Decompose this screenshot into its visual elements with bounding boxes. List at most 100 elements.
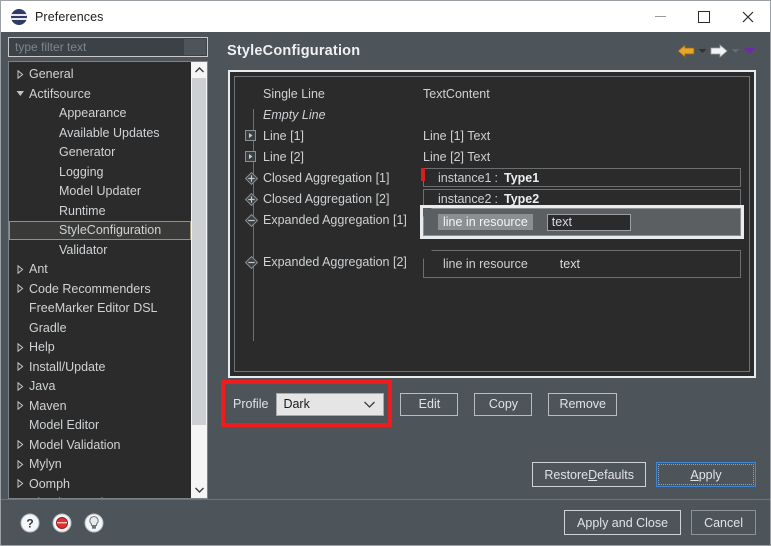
restore-defaults-button[interactable]: Restore Defaults <box>532 462 646 487</box>
preference-page: StyleConfiguration <box>216 32 770 499</box>
sidebar-item-java[interactable]: Java <box>9 377 191 397</box>
apply-and-close-button[interactable]: Apply and Close <box>564 510 681 535</box>
help-icon[interactable]: ? <box>19 512 41 534</box>
forward-chevron-down-icon[interactable] <box>731 48 740 54</box>
close-icon[interactable] <box>726 1 770 32</box>
svg-text:?: ? <box>26 516 33 530</box>
maximize-button[interactable] <box>682 1 726 32</box>
chevron-down-icon[interactable] <box>13 90 27 97</box>
tree-scroll-thumb[interactable] <box>192 78 206 426</box>
preview-row[interactable]: Closed Aggregation [1]instance1:Type1 <box>235 167 749 188</box>
sidebar-item-code-recommenders[interactable]: Code Recommenders <box>9 279 191 299</box>
diamond-plus-icon[interactable] <box>245 193 258 206</box>
sidebar-item-ant[interactable]: Ant <box>9 260 191 280</box>
chevron-right-icon[interactable] <box>13 70 27 79</box>
cancel-button[interactable]: Cancel <box>691 510 756 535</box>
diamond-plus-expander-icon[interactable] <box>235 188 263 209</box>
preview-row[interactable]: Expanded Aggregation [2]line in resource… <box>235 251 749 272</box>
style-preview-canvas[interactable]: Single LineTextContentEmpty LineLine [1]… <box>234 76 750 372</box>
chevron-right-icon[interactable] <box>13 284 27 293</box>
preview-row[interactable]: Single LineTextContent <box>235 83 749 104</box>
sidebar-item-styleconfiguration[interactable]: StyleConfiguration <box>9 221 191 241</box>
profile-selected-value: Dark <box>277 397 309 411</box>
error-marker-icon <box>421 168 425 181</box>
sidebar-item-maven[interactable]: Maven <box>9 396 191 416</box>
aggregation-text-field[interactable]: text <box>547 214 631 231</box>
sidebar-item-mylyn[interactable]: Mylyn <box>9 455 191 475</box>
chevron-right-icon[interactable] <box>13 382 27 391</box>
sidebar-item-runtime[interactable]: Runtime <box>9 201 191 221</box>
sidebar-item-label: Actifsource <box>29 87 91 101</box>
diamond-minus-expander-icon[interactable] <box>235 209 263 230</box>
preferences-tree[interactable]: General Actifsource AppearanceAvailable Up… <box>9 62 191 498</box>
chevron-right-icon[interactable] <box>13 265 27 274</box>
sidebar-item-gradle[interactable]: Gradle <box>9 318 191 338</box>
sidebar-item-model-validation[interactable]: Model Validation <box>9 435 191 455</box>
minimize-button[interactable] <box>638 1 682 32</box>
sidebar-item-oomph[interactable]: Oomph <box>9 474 191 494</box>
chevron-right-icon[interactable] <box>13 440 27 449</box>
preview-row[interactable]: Empty Line <box>235 104 749 125</box>
preview-row[interactable]: Closed Aggregation [2]instance2:Type2 <box>235 188 749 209</box>
diamond-plus-expander-icon[interactable] <box>235 167 263 188</box>
aggregation-box[interactable]: line in resourcetext <box>423 208 741 236</box>
sidebar-item-plug-in-development[interactable]: Plug-in Development <box>9 494 191 498</box>
copy-button[interactable]: Copy <box>474 393 532 416</box>
scroll-up-icon[interactable] <box>191 62 207 78</box>
sidebar-item-label: StyleConfiguration <box>59 223 161 237</box>
diamond-plus-icon[interactable] <box>245 172 258 185</box>
sidebar-item-actifsource[interactable]: Actifsource <box>9 84 191 104</box>
sidebar-item-general[interactable]: General <box>9 65 191 85</box>
record-icon[interactable] <box>51 512 73 534</box>
tree-scrollbar[interactable] <box>191 62 207 498</box>
sidebar-item-logging[interactable]: Logging <box>9 162 191 182</box>
forward-arrow-icon[interactable] <box>710 44 728 58</box>
chevron-right-icon[interactable] <box>13 401 27 410</box>
aggregation-text-field[interactable]: text <box>555 256 581 273</box>
sidebar-item-generator[interactable]: Generator <box>9 143 191 163</box>
back-chevron-down-icon[interactable] <box>698 48 707 54</box>
chevron-right-icon[interactable] <box>13 343 27 352</box>
sidebar-item-available-updates[interactable]: Available Updates <box>9 123 191 143</box>
instance-box[interactable]: instance1:Type1 <box>423 168 741 187</box>
view-menu-chevron-icon[interactable] <box>743 47 756 55</box>
sidebar-item-model-updater[interactable]: Model Updater <box>9 182 191 202</box>
preview-row-label: Line [1] <box>263 129 423 143</box>
preview-row-label: Expanded Aggregation [1] <box>263 213 423 227</box>
profile-select[interactable]: Dark <box>276 393 384 416</box>
sidebar-item-label: Model Validation <box>29 438 121 452</box>
chevron-right-icon[interactable] <box>13 479 27 488</box>
scroll-down-icon[interactable] <box>191 482 207 498</box>
sidebar-item-model-editor[interactable]: Model Editor <box>9 416 191 436</box>
aggregation-box[interactable]: line in resourcetext <box>423 250 741 278</box>
diamond-minus-expander-icon[interactable] <box>235 251 263 272</box>
sidebar-item-appearance[interactable]: Appearance <box>9 104 191 124</box>
lightbulb-icon[interactable] <box>83 512 105 534</box>
instance-separator: : <box>495 192 498 206</box>
sidebar-item-freemarker-editor-dsl[interactable]: FreeMarker Editor DSL <box>9 299 191 319</box>
remove-button[interactable]: Remove <box>548 393 617 416</box>
back-arrow-icon[interactable] <box>677 44 695 58</box>
sidebar-item-validator[interactable]: Validator <box>9 240 191 260</box>
square-expander-icon[interactable] <box>235 125 263 146</box>
preview-row[interactable]: Line [1]Line [1] Text <box>235 125 749 146</box>
square-expander-icon[interactable] <box>235 146 263 167</box>
preview-row[interactable]: Expanded Aggregation [1]line in resource… <box>235 209 749 230</box>
edit-button[interactable]: Edit <box>400 393 458 416</box>
diamond-minus-icon[interactable] <box>245 214 258 227</box>
square-icon[interactable] <box>245 151 256 162</box>
sidebar-item-help[interactable]: Help <box>9 338 191 358</box>
chevron-right-icon[interactable] <box>13 460 27 469</box>
sidebar-item-install-update[interactable]: Install/Update <box>9 357 191 377</box>
filter-input[interactable]: type filter text <box>8 37 208 57</box>
apply-label-post: pply <box>699 468 722 482</box>
tree-scroll-track[interactable] <box>191 78 207 482</box>
square-icon[interactable] <box>245 130 256 141</box>
apply-button[interactable]: Apply <box>656 462 756 487</box>
sidebar-item-label: Plug-in Development <box>29 496 145 498</box>
chevron-right-icon[interactable] <box>13 362 27 371</box>
window-title: Preferences <box>35 10 104 24</box>
preview-row[interactable]: Line [2]Line [2] Text <box>235 146 749 167</box>
instance-box[interactable]: instance2:Type2 <box>423 189 741 208</box>
diamond-minus-icon[interactable] <box>245 256 258 269</box>
